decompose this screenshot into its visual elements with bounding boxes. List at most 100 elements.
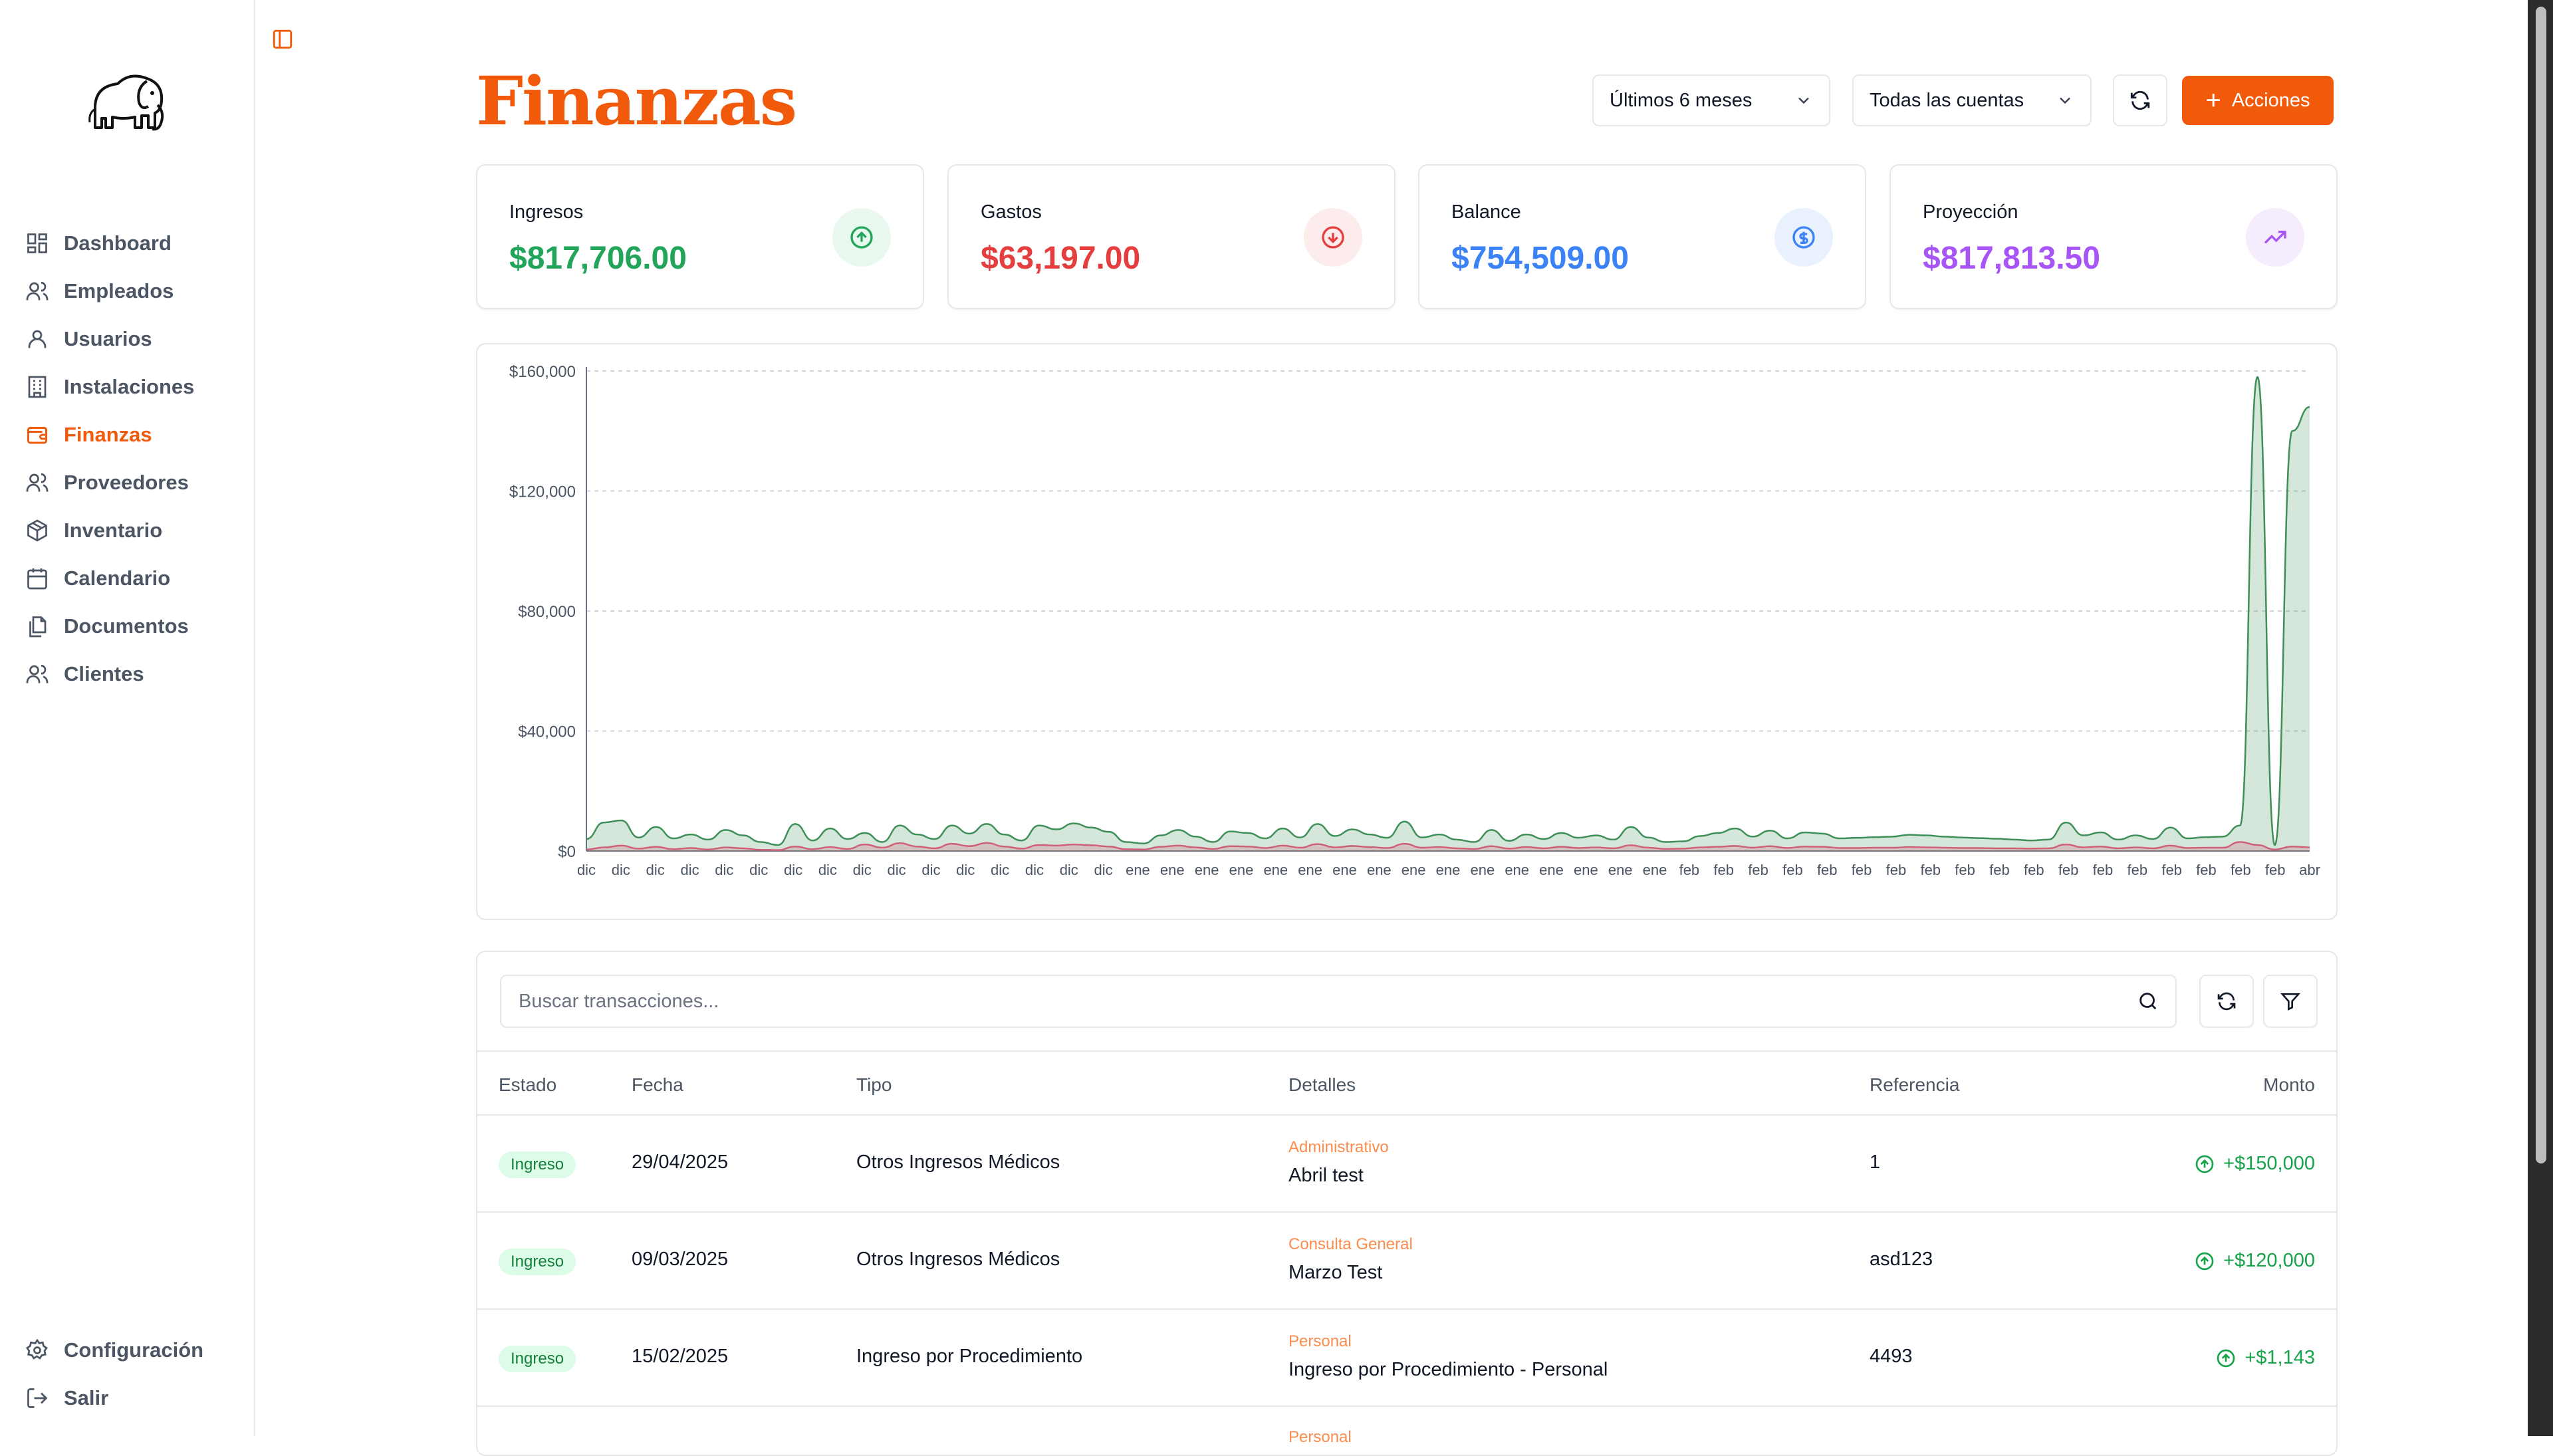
stat-value: $817,813.50: [1923, 241, 2100, 276]
sidebar-item-label: Inventario: [64, 519, 163, 542]
amount-value: +$120,000: [2223, 1250, 2315, 1271]
search-field[interactable]: [500, 975, 2177, 1028]
detail-text: Abril test: [1288, 1165, 1364, 1186]
period-select[interactable]: Últimos 6 meses: [1592, 74, 1830, 126]
x-tick-label: dic: [749, 862, 768, 878]
arrow-up-circle-icon: [2195, 1252, 2214, 1270]
y-tick-label: $120,000: [509, 483, 576, 501]
stat-label: Ingresos: [509, 201, 584, 223]
stat-value: $63,197.00: [981, 241, 1141, 276]
period-select-value: Últimos 6 meses: [1610, 89, 1753, 111]
sidebar-toggle-icon[interactable]: [271, 28, 294, 51]
sidebar-item-documentos[interactable]: Documentos: [0, 602, 253, 650]
x-tick-label: ene: [1126, 862, 1150, 878]
arrow-up-circle-icon: [2195, 1155, 2214, 1173]
sidebar-item-dashboard[interactable]: Dashboard: [0, 219, 253, 267]
sidebar-item-clientes[interactable]: Clientes: [0, 650, 253, 698]
x-tick-label: feb: [2161, 862, 2182, 878]
table-row[interactable]: Ingreso 15/02/2025 Ingreso por Procedimi…: [477, 1310, 2336, 1407]
x-tick-label: feb: [1713, 862, 1734, 878]
x-tick-label: ene: [1298, 862, 1322, 878]
sidebar-item-usuarios[interactable]: Usuarios: [0, 315, 253, 363]
filter-button[interactable]: [2263, 975, 2318, 1028]
chevron-down-icon: [1798, 97, 1809, 104]
date-cell: 15/02/2025: [632, 1346, 729, 1367]
column-header-fecha[interactable]: Fecha: [632, 1074, 683, 1096]
x-tick-label: ene: [1195, 862, 1219, 878]
sidebar-item-label: Calendario: [64, 566, 171, 590]
user-icon: [28, 330, 47, 348]
column-header-detalles[interactable]: Detalles: [1288, 1074, 1356, 1096]
account-select-value: Todas las cuentas: [1870, 89, 2024, 111]
x-tick-label: ene: [1436, 862, 1461, 878]
transactions-card: Estado Fecha Tipo Detalles Referencia Mo…: [476, 951, 2338, 1456]
chevron-down-icon: [2060, 97, 2070, 104]
sidebar-item-instalaciones[interactable]: Instalaciones: [0, 363, 253, 411]
x-tick-label: ene: [1401, 862, 1426, 878]
page-title: Finanzas: [476, 62, 797, 140]
x-tick-label: dic: [1094, 862, 1113, 878]
sidebar-item-inventario[interactable]: Inventario: [0, 507, 253, 554]
column-header-tipo[interactable]: Tipo: [856, 1074, 892, 1096]
refresh-button[interactable]: [2113, 74, 2167, 126]
x-tick-label: feb: [2093, 862, 2114, 878]
x-tick-label: dic: [887, 862, 906, 878]
search-input[interactable]: [517, 989, 2137, 1013]
x-tick-label: dic: [577, 862, 596, 878]
sidebar-item-empleados[interactable]: Empleados: [0, 267, 253, 315]
table-refresh-button[interactable]: [2199, 975, 2254, 1028]
column-header-monto[interactable]: Monto: [2263, 1074, 2315, 1096]
plus-icon: +: [2205, 86, 2221, 115]
sidebar-item-label: Dashboard: [64, 231, 172, 255]
sidebar-item-label: Usuarios: [64, 327, 152, 350]
stat-value: $817,706.00: [509, 241, 687, 276]
column-header-referencia[interactable]: Referencia: [1870, 1074, 1959, 1096]
table-row[interactable]: Personal: [477, 1407, 2336, 1455]
stat-card-proyeccion: Proyección $817,813.50: [1889, 164, 2338, 309]
reference-cell: asd123: [1870, 1249, 1933, 1270]
filter-icon: [2280, 993, 2300, 1011]
sidebar-item-finanzas[interactable]: Finanzas: [0, 411, 253, 459]
category-label: Personal: [1288, 1428, 1352, 1446]
x-tick-label: feb: [2231, 862, 2251, 878]
x-tick-label: dic: [1025, 862, 1044, 878]
reference-cell: 4493: [1870, 1346, 1913, 1367]
table-row[interactable]: Ingreso 09/03/2025 Otros Ingresos Médico…: [477, 1213, 2336, 1310]
actions-button[interactable]: + Acciones: [2182, 76, 2334, 125]
x-tick-label: ene: [1574, 862, 1598, 878]
sidebar-item-proveedores[interactable]: Proveedores: [0, 459, 253, 507]
x-tick-label: feb: [2024, 862, 2044, 878]
x-tick-label: feb: [1748, 862, 1768, 878]
sidebar-item-calendario[interactable]: Calendario: [0, 554, 253, 602]
sidebar-item-label: Documentos: [64, 614, 189, 638]
stat-card-balance: Balance $754,509.00: [1418, 164, 1866, 309]
status-badge: Ingreso: [499, 1249, 576, 1275]
x-tick-label: feb: [1852, 862, 1872, 878]
sidebar-item-configuracion[interactable]: Configuración: [0, 1326, 253, 1374]
finance-area-chart: $0$40,000$80,000$120,000$160,000dic dic di…: [509, 363, 2320, 878]
y-tick-label: $40,000: [518, 723, 576, 741]
stat-label: Proyección: [1923, 201, 2018, 223]
x-tick-label: dic: [646, 862, 665, 878]
elephant-logo-icon[interactable]: [83, 66, 173, 140]
actions-button-label: Acciones: [2231, 89, 2310, 111]
calendar-icon: [27, 568, 47, 590]
package-icon: [27, 519, 47, 542]
search-icon[interactable]: [2137, 990, 2159, 1013]
column-header-estado[interactable]: Estado: [499, 1074, 556, 1096]
table-row[interactable]: Ingreso 29/04/2025 Otros Ingresos Médico…: [477, 1116, 2336, 1213]
refresh-icon: [2217, 992, 2236, 1011]
sidebar-item-label: Clientes: [64, 662, 144, 685]
stat-card-ingresos: Ingresos $817,706.00: [476, 164, 924, 309]
x-tick-label: feb: [1920, 862, 1941, 878]
users-icon: [26, 664, 49, 683]
sidebar-item-salir[interactable]: Salir: [0, 1374, 253, 1422]
account-select[interactable]: Todas las cuentas: [1852, 74, 2092, 126]
x-tick-label: ene: [1643, 862, 1667, 878]
x-tick-label: feb: [1782, 862, 1803, 878]
x-tick-label: ene: [1608, 862, 1633, 878]
stat-label: Gastos: [981, 201, 1042, 223]
scrollbar-thumb[interactable]: [2536, 7, 2546, 1163]
x-tick-label: ene: [1505, 862, 1529, 878]
documents-icon: [29, 616, 47, 638]
